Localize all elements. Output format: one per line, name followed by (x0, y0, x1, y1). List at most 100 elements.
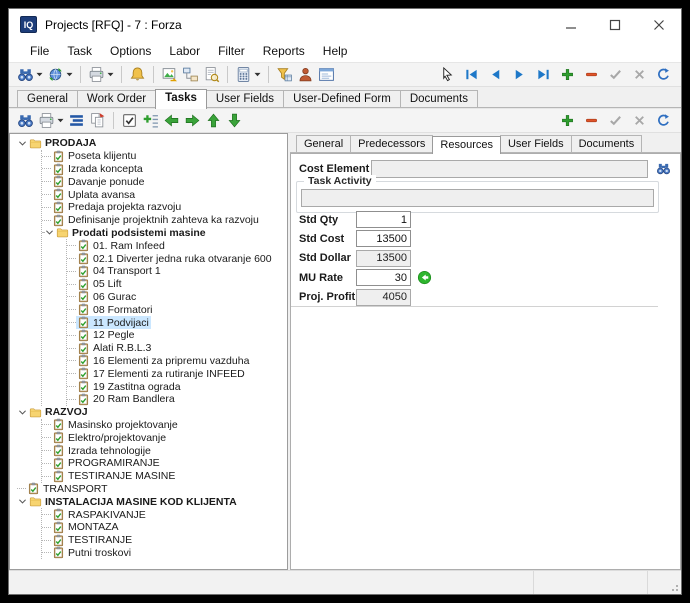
nav-first-button[interactable] (462, 66, 481, 83)
expand-levels-button[interactable] (66, 111, 87, 130)
print-tree-button[interactable] (36, 111, 66, 130)
delete-record-button[interactable] (582, 112, 601, 129)
checkbox-select-button[interactable] (119, 111, 140, 130)
image-attach-button[interactable] (159, 65, 180, 84)
tree-task-alati-r-b-l-3[interactable]: Alati R.B.L.3 (67, 342, 287, 355)
menu-reports[interactable]: Reports (254, 42, 314, 60)
detail-tab-general[interactable]: General (296, 135, 351, 153)
chevron-icon[interactable] (44, 227, 55, 238)
tree-task-raspakivanje[interactable]: RASPAKIVANJE (42, 508, 287, 521)
apply-rate-button[interactable] (416, 270, 432, 286)
tree-task-19-zastitna-ograda[interactable]: 19 Zastitna ograda (67, 380, 287, 393)
detail-tab-predecessors[interactable]: Predecessors (350, 135, 433, 153)
tree-task-08-formatori[interactable]: 08 Formatori (67, 303, 287, 316)
tree-task-definisanje-projektnih-zahteva-ka-razvoju[interactable]: Definisanje projektnih zahteva ka razvoj… (42, 214, 287, 227)
tree-task-11-podvijaci[interactable]: 11 Podvijaci (67, 316, 287, 329)
delete-record-button[interactable] (582, 66, 601, 83)
tree-task-04-transport-1[interactable]: 04 Transport 1 (67, 265, 287, 278)
refresh-record-button[interactable] (654, 112, 673, 129)
tree-task-izrada-tehnologije[interactable]: Izrada tehnologije (42, 444, 287, 457)
tree-task-transport[interactable]: TRANSPORT (17, 483, 287, 496)
tree-task-programiranje[interactable]: PROGRAMIRANJE (42, 457, 287, 470)
tree-folder-instalacija-masine-kod-klijenta[interactable]: INSTALACIJA MASINE KOD KLIJENTA (17, 495, 287, 508)
resize-grip[interactable] (668, 581, 680, 593)
tree-task-testiranje-masine[interactable]: TESTIRANJE MASINE (42, 470, 287, 483)
refresh-record-button[interactable] (654, 66, 673, 83)
tree-task-12-pegle[interactable]: 12 Pegle (67, 329, 287, 342)
main-tab-user-fields[interactable]: User Fields (206, 90, 284, 108)
user-security-button[interactable] (295, 65, 316, 84)
add-record-button[interactable] (558, 66, 577, 83)
std-qty-input[interactable] (356, 211, 411, 228)
insert-task-button[interactable] (140, 111, 161, 130)
tree-task-masinsko-projektovanje[interactable]: Masinsko projektovanje (42, 419, 287, 432)
main-tab-tasks[interactable]: Tasks (155, 89, 207, 109)
chevron-icon[interactable] (17, 496, 28, 507)
tree-task-17-elementi-za-rutiranje-infeed[interactable]: 17 Elementi za rutiranje INFEED (67, 367, 287, 380)
tree-task-izrada-koncepta[interactable]: Izrada koncepta (42, 163, 287, 176)
move-right-button[interactable] (182, 111, 203, 130)
calculator-button[interactable] (233, 65, 263, 84)
minimize-button[interactable] (549, 9, 593, 40)
main-tab-documents[interactable]: Documents (400, 90, 478, 108)
close-button[interactable] (637, 9, 681, 40)
tree-folder-prodati-podsistemi-masine[interactable]: Prodati podsistemi masine (42, 227, 287, 240)
tree-task-02-1-diverter-jedna-ruka-otvaranje-600[interactable]: 02.1 Diverter jedna ruka otvaranje 600 (67, 252, 287, 265)
menu-task[interactable]: Task (58, 42, 101, 60)
move-left-button[interactable] (161, 111, 182, 130)
tree-task-elektro-projektovanje[interactable]: Elektro/projektovanje (42, 431, 287, 444)
print-button[interactable] (86, 65, 116, 84)
tree-task-predaja-projekta-razvoju[interactable]: Predaja projekta razvoju (42, 201, 287, 214)
cost-element-lookup-button[interactable] (652, 159, 674, 178)
tree-task-06-gurac[interactable]: 06 Gurac (67, 291, 287, 304)
tree-task-05-lift[interactable]: 05 Lift (67, 278, 287, 291)
data-form-button[interactable] (316, 65, 337, 84)
tree-folder-prodaja[interactable]: PRODAJA (17, 137, 287, 150)
find-binoculars-button[interactable] (15, 111, 36, 130)
copy-tasks-button[interactable] (87, 111, 108, 130)
detail-tab-resources[interactable]: Resources (432, 136, 501, 154)
move-up-button[interactable] (203, 111, 224, 130)
tree-task-davanje-ponude[interactable]: Davanje ponude (42, 175, 287, 188)
alerts-bell-button[interactable] (127, 65, 148, 84)
chevron-icon[interactable] (17, 138, 28, 149)
refresh-globe-button[interactable] (45, 65, 75, 84)
menu-labor[interactable]: Labor (160, 42, 209, 60)
nav-next-button[interactable] (510, 66, 529, 83)
tree-task-putni-troskovi[interactable]: Putni troskovi (42, 547, 287, 560)
process-pointer-button[interactable] (438, 66, 457, 83)
post-record-button[interactable] (606, 66, 625, 83)
std-cost-input[interactable] (356, 230, 411, 247)
main-tab-work-order[interactable]: Work Order (77, 90, 156, 108)
tree-task-poseta-klijentu[interactable]: Poseta klijentu (42, 150, 287, 163)
tree-task-montaza[interactable]: MONTAZA (42, 521, 287, 534)
main-tab-general[interactable]: General (17, 90, 78, 108)
tree-task-01-ram-infeed[interactable]: 01. Ram Infeed (67, 239, 287, 252)
move-down-button[interactable] (224, 111, 245, 130)
tree-task-uplata-avansa[interactable]: Uplata avansa (42, 188, 287, 201)
nav-last-button[interactable] (534, 66, 553, 83)
find-binoculars-button[interactable] (15, 65, 45, 84)
chevron-icon[interactable] (17, 407, 28, 418)
menu-help[interactable]: Help (314, 42, 357, 60)
tree-task-testiranje[interactable]: TESTIRANJE (42, 534, 287, 547)
menu-filter[interactable]: Filter (209, 42, 254, 60)
post-record-button[interactable] (606, 112, 625, 129)
detail-tab-user-fields[interactable]: User Fields (500, 135, 572, 153)
maximize-button[interactable] (593, 9, 637, 40)
tree-task-20-ram-bandlera[interactable]: 20 Ram Bandlera (67, 393, 287, 406)
nav-prev-button[interactable] (486, 66, 505, 83)
menu-file[interactable]: File (21, 42, 58, 60)
main-tab-user-defined-form[interactable]: User-Defined Form (283, 90, 401, 108)
cancel-record-button[interactable] (630, 112, 649, 129)
tree-folder-razvoj[interactable]: RAZVOJ (17, 406, 287, 419)
menu-options[interactable]: Options (101, 42, 160, 60)
add-record-button[interactable] (558, 112, 577, 129)
mu-rate-input[interactable] (356, 269, 411, 286)
hierarchy-button[interactable] (180, 65, 201, 84)
tree-task-16-elementi-za-pripremu-vazduha[interactable]: 16 Elementi za pripremu vazduha (67, 355, 287, 368)
detail-tab-documents[interactable]: Documents (571, 135, 643, 153)
filter-funnel-button[interactable] (274, 65, 295, 84)
document-preview-button[interactable] (201, 65, 222, 84)
cancel-record-button[interactable] (630, 66, 649, 83)
